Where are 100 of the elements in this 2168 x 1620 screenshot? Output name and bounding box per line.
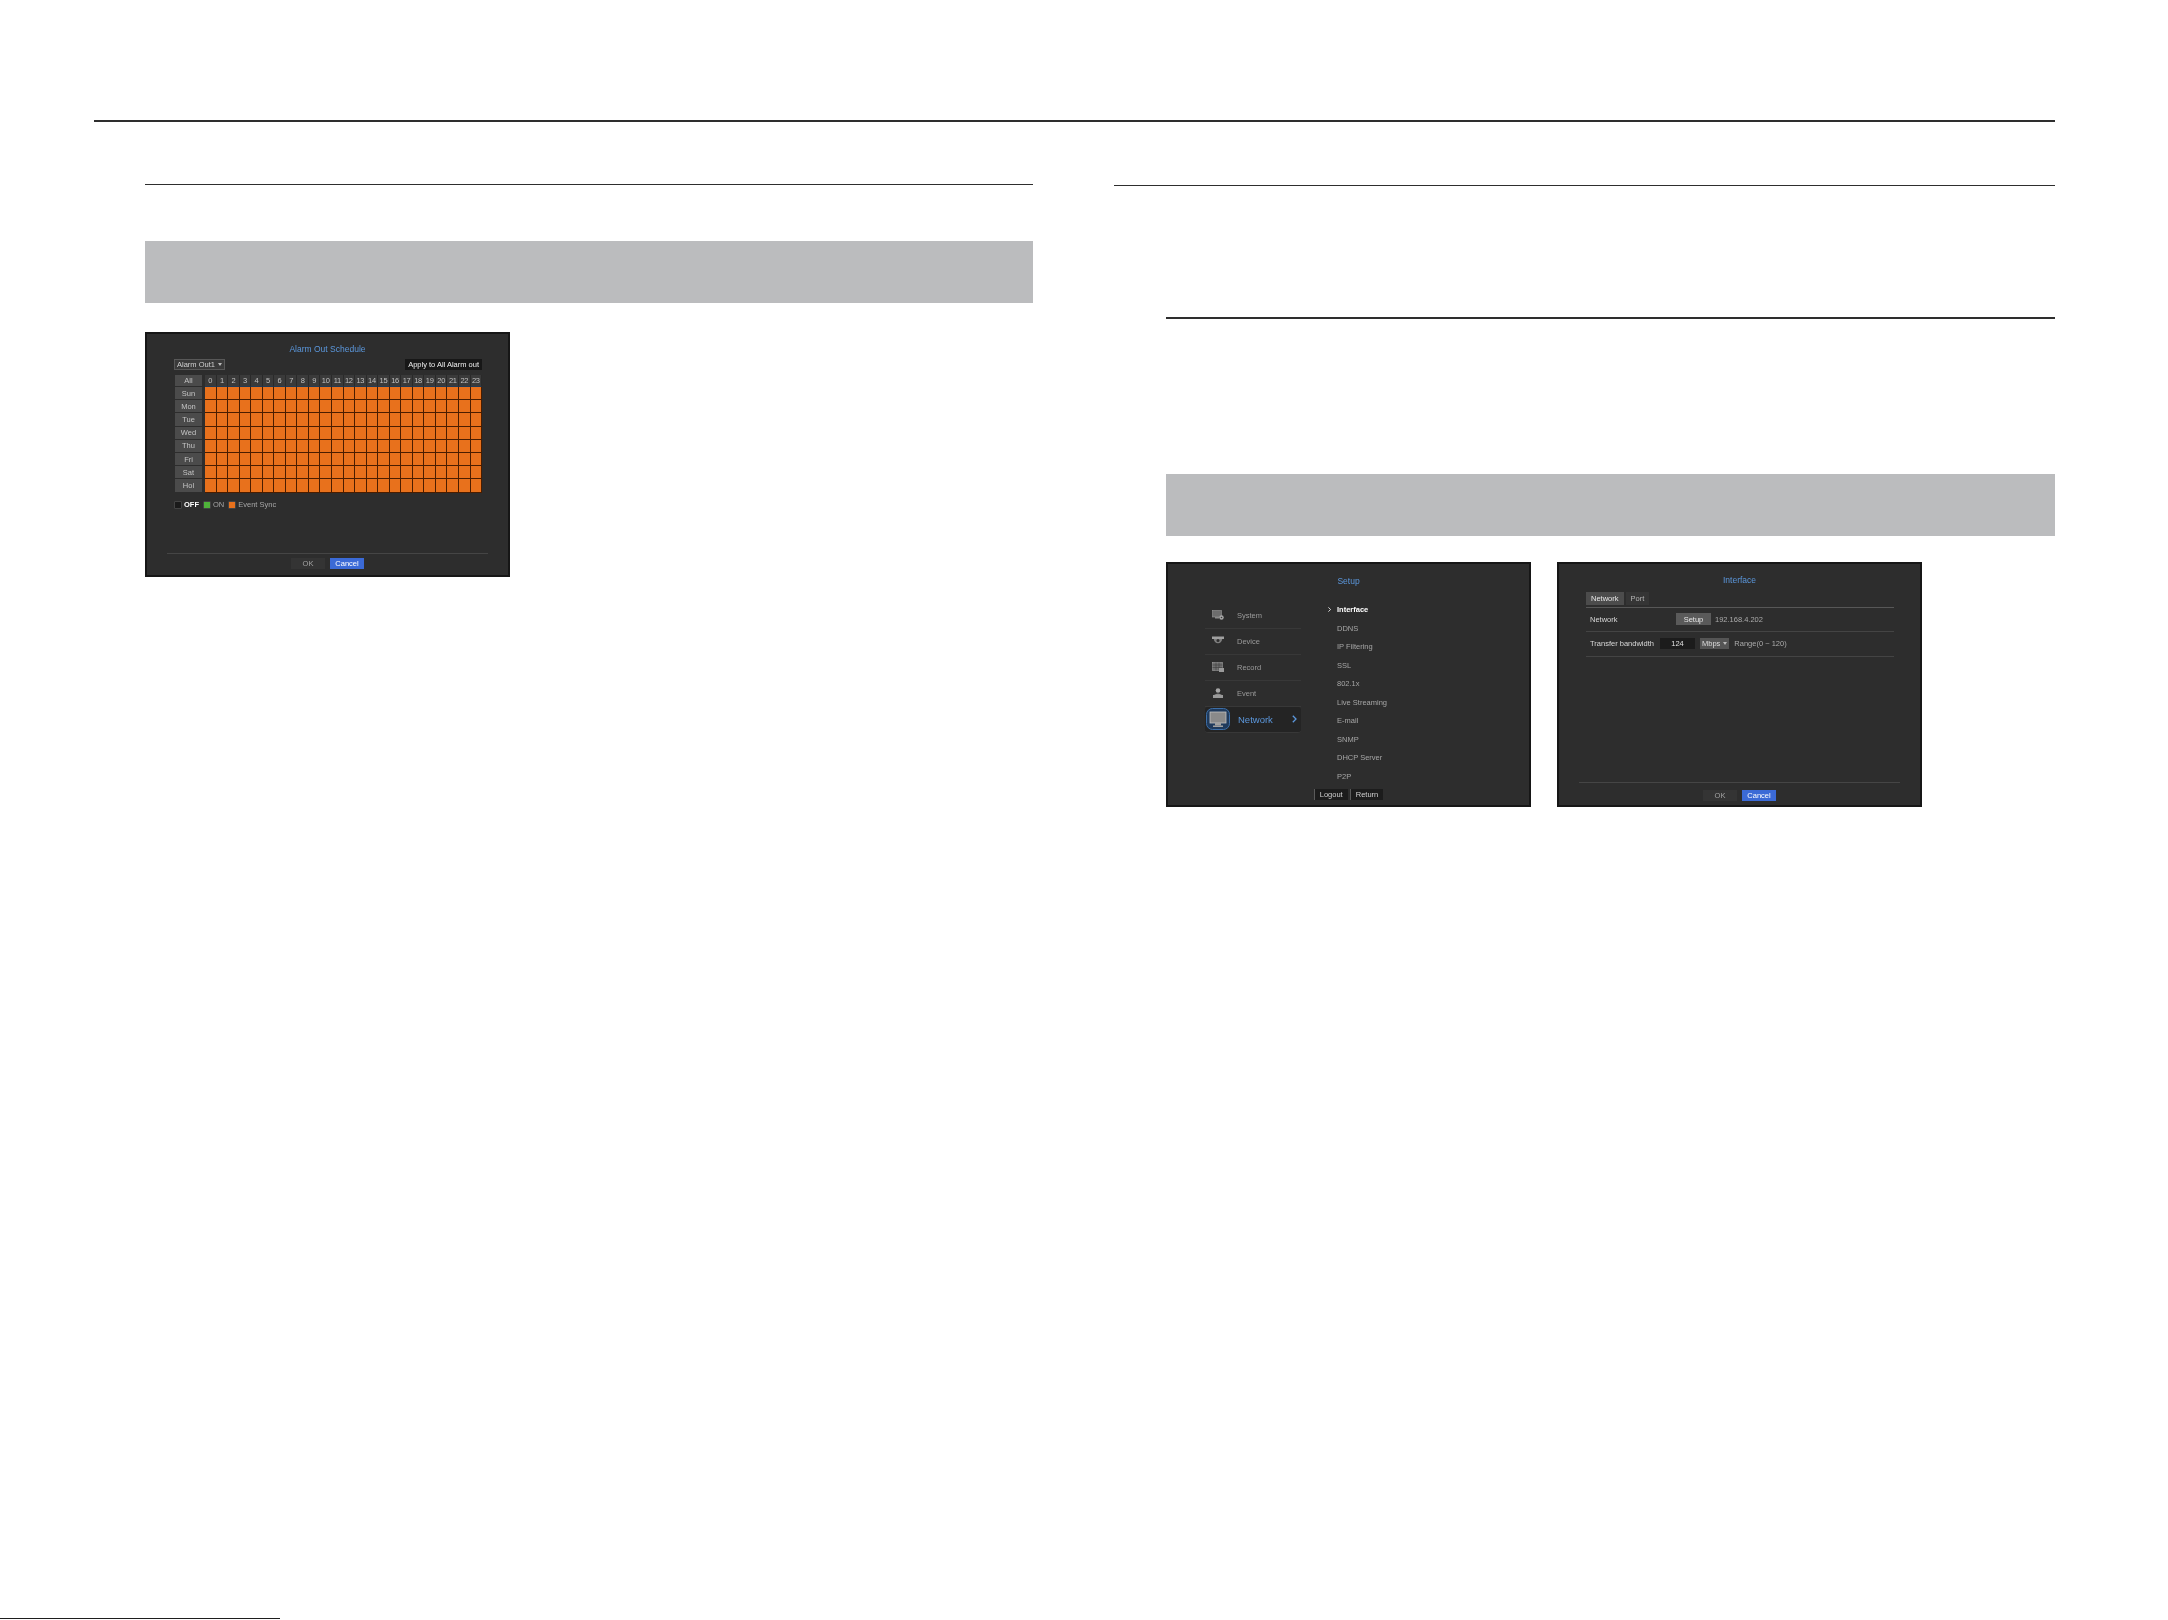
schedule-cell[interactable] <box>424 387 436 401</box>
schedule-cell[interactable] <box>297 413 309 427</box>
schedule-cell[interactable] <box>355 439 367 453</box>
schedule-cell[interactable] <box>274 387 286 401</box>
schedule-cell[interactable] <box>332 400 344 414</box>
schedule-cell[interactable] <box>355 413 367 427</box>
schedule-cell[interactable] <box>459 387 471 401</box>
schedule-cell[interactable] <box>332 452 344 467</box>
schedule-cell[interactable] <box>274 439 286 453</box>
schedule-cell[interactable] <box>355 466 367 480</box>
schedule-cell[interactable] <box>297 466 309 480</box>
schedule-cell[interactable] <box>297 452 309 467</box>
schedule-cell[interactable] <box>274 400 286 414</box>
schedule-cell[interactable] <box>297 439 309 453</box>
schedule-cell[interactable] <box>205 413 217 427</box>
menu-item[interactable]: Network <box>1205 706 1301 733</box>
schedule-cell[interactable] <box>320 387 332 401</box>
schedule-cell[interactable] <box>378 413 390 427</box>
schedule-cell[interactable] <box>355 479 367 493</box>
legend-swatch-icon[interactable] <box>229 501 236 508</box>
schedule-cell[interactable] <box>251 426 263 440</box>
schedule-cell[interactable] <box>332 466 344 480</box>
schedule-cell[interactable] <box>274 466 286 480</box>
schedule-cell[interactable] <box>447 479 460 493</box>
schedule-cell[interactable] <box>251 466 263 480</box>
schedule-cell[interactable] <box>447 466 460 480</box>
schedule-cell[interactable] <box>251 452 263 467</box>
schedule-cell[interactable] <box>355 400 367 414</box>
schedule-cell[interactable] <box>320 479 332 493</box>
schedule-cell[interactable] <box>424 452 436 467</box>
schedule-cell[interactable] <box>205 452 217 467</box>
schedule-cell[interactable] <box>251 400 263 414</box>
legend-swatch-icon[interactable] <box>204 501 210 508</box>
schedule-cell[interactable] <box>332 439 344 453</box>
schedule-cell[interactable] <box>205 426 217 440</box>
schedule-cell[interactable] <box>401 426 413 440</box>
schedule-cell[interactable] <box>447 413 460 427</box>
schedule-cell[interactable] <box>228 452 240 467</box>
schedule-cell[interactable] <box>459 479 471 493</box>
schedule-cell[interactable] <box>332 479 344 493</box>
schedule-cell[interactable] <box>378 452 390 467</box>
schedule-cell[interactable] <box>205 466 217 480</box>
schedule-cell[interactable] <box>378 439 390 453</box>
schedule-cell[interactable] <box>401 479 413 493</box>
schedule-cell[interactable] <box>424 439 436 453</box>
schedule-cell[interactable] <box>320 400 332 414</box>
schedule-cell[interactable] <box>251 439 263 453</box>
schedule-cell[interactable] <box>332 413 344 427</box>
schedule-cell[interactable] <box>320 466 332 480</box>
schedule-cell[interactable] <box>297 387 309 401</box>
schedule-cell[interactable] <box>459 439 471 453</box>
schedule-cell[interactable] <box>274 452 286 467</box>
schedule-cell[interactable] <box>424 426 436 440</box>
schedule-cell[interactable] <box>424 400 436 414</box>
schedule-cell[interactable] <box>205 387 217 401</box>
schedule-cell[interactable] <box>378 400 390 414</box>
schedule-cell[interactable] <box>274 413 286 427</box>
schedule-cell[interactable] <box>332 426 344 440</box>
schedule-cell[interactable] <box>251 479 263 493</box>
schedule-cell[interactable] <box>459 452 471 467</box>
schedule-cell[interactable] <box>274 426 286 440</box>
schedule-cell[interactable] <box>378 387 390 401</box>
schedule-cell[interactable] <box>355 387 367 401</box>
schedule-cell[interactable] <box>401 439 413 453</box>
schedule-cell[interactable] <box>228 413 240 427</box>
schedule-cell[interactable] <box>401 452 413 467</box>
schedule-cell[interactable] <box>297 400 309 414</box>
schedule-cell[interactable] <box>401 387 413 401</box>
schedule-cell[interactable] <box>459 413 471 427</box>
schedule-cell[interactable] <box>424 479 436 493</box>
schedule-cell[interactable] <box>320 413 332 427</box>
schedule-cell[interactable] <box>355 426 367 440</box>
schedule-cell[interactable] <box>297 426 309 440</box>
schedule-cell[interactable] <box>228 400 240 414</box>
schedule-cell[interactable] <box>251 387 263 401</box>
schedule-cell[interactable] <box>228 387 240 401</box>
schedule-cell[interactable] <box>447 400 460 414</box>
schedule-cell[interactable] <box>401 400 413 414</box>
schedule-cell[interactable] <box>378 426 390 440</box>
schedule-cell[interactable] <box>274 479 286 493</box>
schedule-cell[interactable] <box>228 466 240 480</box>
schedule-cell[interactable] <box>424 466 436 480</box>
schedule-cell[interactable] <box>205 439 217 453</box>
schedule-cell[interactable] <box>459 466 471 480</box>
schedule-cell[interactable] <box>401 413 413 427</box>
schedule-cell[interactable] <box>228 439 240 453</box>
schedule-cell[interactable] <box>297 479 309 493</box>
schedule-cell[interactable] <box>447 387 460 401</box>
schedule-cell[interactable] <box>205 479 217 493</box>
legend-swatch-icon[interactable] <box>175 501 181 508</box>
schedule-cell[interactable] <box>332 387 344 401</box>
schedule-cell[interactable] <box>459 400 471 414</box>
schedule-cell[interactable] <box>401 466 413 480</box>
schedule-cell[interactable] <box>424 413 436 427</box>
schedule-cell[interactable] <box>228 479 240 493</box>
schedule-cell[interactable] <box>355 452 367 467</box>
schedule-cell[interactable] <box>378 466 390 480</box>
schedule-cell[interactable] <box>459 426 471 440</box>
schedule-cell[interactable] <box>251 413 263 427</box>
schedule-cell[interactable] <box>228 426 240 440</box>
